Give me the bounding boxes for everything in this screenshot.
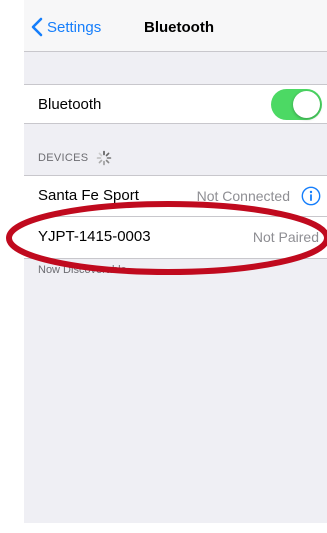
devices-list: Santa Fe Sport Not Connected YJPT-1415-0… — [24, 175, 327, 259]
device-row-santa-fe-sport[interactable]: Santa Fe Sport Not Connected — [24, 176, 327, 217]
back-button-label: Settings — [47, 18, 102, 36]
bluetooth-label: Bluetooth — [38, 96, 102, 113]
settings-screen: Settings Bluetooth Bluetooth DEVICES San… — [24, 0, 327, 523]
toggle-knob — [293, 91, 320, 118]
back-button[interactable]: Settings — [31, 14, 101, 40]
devices-header-label: DEVICES — [38, 152, 89, 164]
device-row-yjpt-1415-0003[interactable]: YJPT-1415-0003 Not Paired — [24, 217, 327, 258]
chevron-left-icon — [31, 17, 43, 37]
device-status: Not Paired — [252, 229, 319, 245]
devices-section-header: DEVICES — [38, 150, 112, 166]
info-icon[interactable] — [301, 186, 321, 206]
device-name: YJPT-1415-0003 — [38, 228, 151, 245]
bluetooth-setting-row: Bluetooth — [24, 84, 327, 124]
navigation-bar: Settings Bluetooth — [24, 0, 327, 52]
device-name: Santa Fe Sport — [38, 187, 139, 204]
activity-spinner-icon — [97, 150, 112, 166]
bluetooth-toggle[interactable] — [271, 89, 322, 120]
page-title: Bluetooth — [144, 19, 214, 36]
discoverable-footer: Now Discoverable — [38, 264, 127, 276]
device-status: Not Connected — [196, 188, 290, 204]
